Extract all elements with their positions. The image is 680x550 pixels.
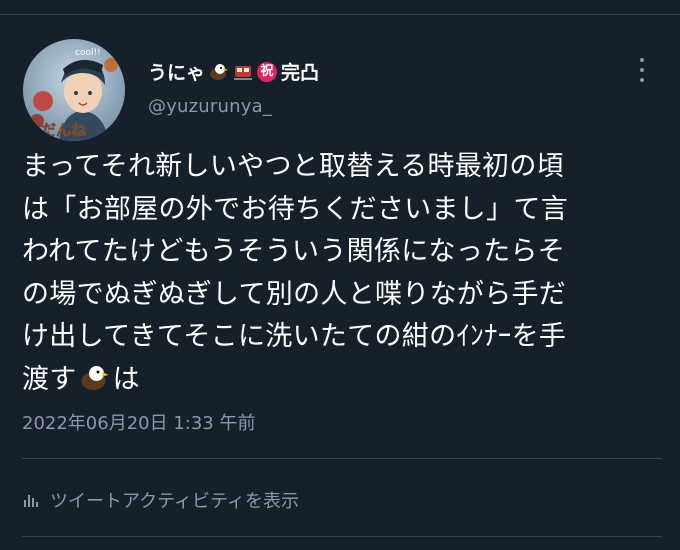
display-name-text: うにゃ	[148, 62, 206, 84]
tweet-line-last-end: は	[112, 363, 140, 395]
tweet-activity-label: ツイートアクティビティを表示	[50, 491, 299, 512]
top-divider	[0, 14, 680, 15]
avatar[interactable]: cool!! だんね	[23, 39, 125, 141]
display-name[interactable]: うにゃ 祝 完凸	[148, 58, 319, 85]
celebration-icon: 祝	[257, 61, 278, 82]
analytics-icon	[24, 495, 38, 507]
tweet-line: の場でぬぎぬぎして別の人と喋りながら手だ	[22, 278, 567, 310]
more-options-icon[interactable]	[636, 58, 648, 82]
divider	[22, 458, 662, 459]
tweet-line-last-start: 渡す	[22, 363, 77, 395]
avatar-text-bottom: だんね	[41, 121, 86, 139]
divider	[22, 536, 662, 537]
tweet-line: まってそれ新しいやつと取替える時最初の頃	[22, 151, 564, 182]
eagle-icon	[81, 365, 109, 390]
railway-icon	[234, 65, 253, 80]
avatar-image: cool!! だんね	[23, 39, 125, 141]
eagle-icon	[210, 63, 229, 80]
tweet-line-last: 渡す は	[22, 359, 667, 402]
tweet-timestamp[interactable]: 2022年06月20日 1:33 午前	[22, 409, 255, 435]
avatar-text-top: cool!!	[75, 48, 101, 58]
tweet-activity-link[interactable]: ツイートアクティビティを表示	[22, 487, 299, 513]
tweet-text: まってそれ新しいやつと取替える時最初の頃 は「お部屋の外でお待ちくださいまし」て…	[22, 146, 667, 401]
user-handle[interactable]: @yuzurunya_	[148, 96, 272, 117]
display-name-suffix: 完凸	[281, 62, 320, 84]
tweet-line: け出してきてそこに洗いたての紺のｲﾝﾅｰを手	[22, 321, 567, 352]
tweet-line: は「お部屋の外でお待ちくださいまし」て言	[22, 193, 568, 225]
tweet-line: われてたけどもうそういう関係になったらそ	[22, 236, 566, 267]
